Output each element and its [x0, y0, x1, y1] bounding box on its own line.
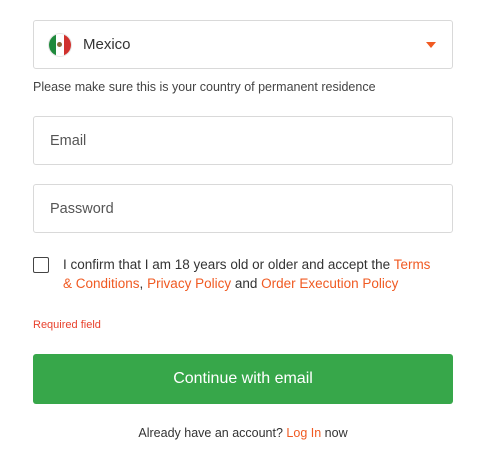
- consent-text: I confirm that I am 18 years old or olde…: [63, 255, 438, 293]
- login-link[interactable]: Log In: [286, 426, 321, 440]
- login-prompt: Already have an account? Log In now: [0, 426, 486, 440]
- mexico-flag-icon: [49, 34, 71, 56]
- order-execution-policy-link[interactable]: Order Execution Policy: [261, 276, 398, 291]
- consent-separator: ,: [139, 276, 148, 291]
- country-select-value: Mexico: [83, 36, 131, 53]
- country-select[interactable]: Mexico: [33, 20, 453, 69]
- consent-checkbox[interactable]: [33, 257, 49, 273]
- consent-and: and: [231, 276, 262, 291]
- password-field-wrapper: [33, 184, 453, 233]
- login-suffix: now: [321, 426, 348, 440]
- email-field-wrapper: [33, 116, 453, 165]
- continue-with-email-button[interactable]: Continue with email: [33, 354, 453, 404]
- login-prefix: Already have an account?: [138, 426, 287, 440]
- privacy-policy-link[interactable]: Privacy Policy: [147, 276, 231, 291]
- country-hint: Please make sure this is your country of…: [33, 80, 376, 94]
- required-field-error: Required field: [33, 319, 101, 331]
- email-field[interactable]: [34, 117, 452, 164]
- caret-down-icon: [426, 42, 436, 48]
- consent-text-before: I confirm that I am 18 years old or olde…: [63, 257, 394, 272]
- password-field[interactable]: [34, 185, 452, 232]
